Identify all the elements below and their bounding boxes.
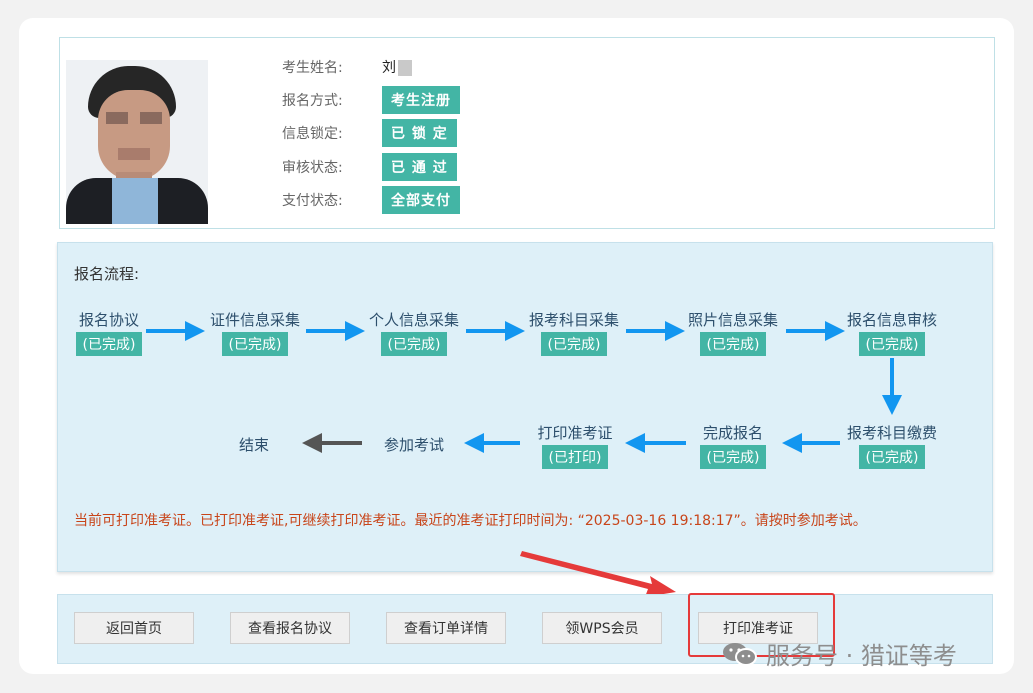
view-agreement-button[interactable]: 查看报名协议 bbox=[230, 612, 350, 644]
view-order-button[interactable]: 查看订单详情 bbox=[386, 612, 506, 644]
annotation-arrow bbox=[520, 551, 676, 597]
print-notice: 当前可打印准考证。已打印准考证,可继续打印准考证。最近的准考证打印时间为: “2… bbox=[74, 513, 867, 529]
wechat-icon bbox=[722, 641, 758, 667]
wps-member-button[interactable]: 领WPS会员 bbox=[542, 612, 662, 644]
flow-arrows bbox=[146, 321, 902, 597]
watermark-text: 服务号 · 猎证等考 bbox=[766, 642, 957, 670]
home-button[interactable]: 返回首页 bbox=[74, 612, 194, 644]
watermark: 服务号 · 猎证等考 bbox=[722, 636, 957, 671]
